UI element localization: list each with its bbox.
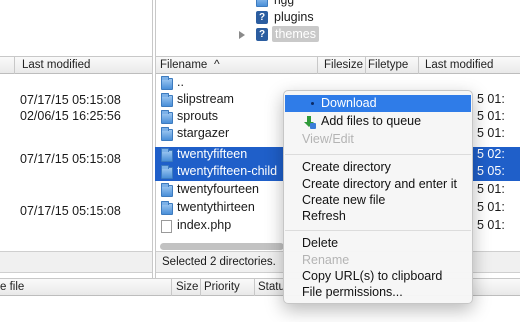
local-date: 07/17/15 05:15:08 (20, 152, 121, 166)
folder-icon (161, 110, 173, 124)
menu-item-rename: Rename (302, 253, 350, 267)
horizontal-scrollbar[interactable] (160, 243, 284, 250)
sort-ascending-icon: ^ (214, 57, 220, 71)
download-arrow-icon (302, 115, 316, 129)
menu-item-view-edit: View/Edit (302, 132, 354, 146)
file-name: twentyfifteen (177, 147, 248, 161)
file-row-parent[interactable]: .. (156, 75, 284, 91)
local-status-bar (0, 251, 152, 273)
column-last-modified[interactable]: Last modified (22, 59, 90, 71)
remote-list-header: Filename ^ Filesize Filetype Last modifi… (156, 56, 520, 74)
file-icon (161, 220, 172, 233)
local-date: 07/17/15 05:15:08 (20, 93, 121, 107)
local-list-header: Last modified (0, 56, 152, 74)
local-date: 02/06/15 16:25:56 (20, 109, 121, 123)
file-row-slipstream[interactable]: slipstream (156, 92, 284, 108)
file-row-twentyfifteen[interactable]: twentyfifteen (156, 147, 284, 163)
remote-tree: ngg ? plugins ? themes ? upgrade (156, 0, 520, 52)
file-date: 5 01: (477, 126, 505, 140)
menu-item-copy-url[interactable]: Copy URL(s) to clipboard (302, 269, 442, 283)
menu-item-delete[interactable]: Delete (302, 236, 338, 250)
file-name: twentythirteen (177, 200, 255, 214)
status-text: Selected 2 directories. (162, 256, 276, 268)
folder-icon (161, 148, 173, 162)
folder-icon (161, 76, 173, 90)
column-divider[interactable] (200, 279, 201, 296)
menu-item-create-directory-enter[interactable]: Create directory and enter it (302, 177, 457, 191)
column-filetype[interactable]: Filetype (368, 59, 408, 71)
file-name: slipstream (177, 92, 234, 106)
folder-icon (161, 165, 173, 179)
folder-icon (161, 127, 173, 141)
menu-item-download[interactable]: Download (284, 95, 472, 112)
file-row-index-php[interactable]: index.php (156, 218, 284, 234)
file-name: .. (177, 75, 184, 89)
file-name: twentyfourteen (177, 182, 259, 196)
file-date: 5 01: (477, 218, 505, 232)
file-date: 5 05: (477, 164, 505, 178)
tree-item-label: ngg (274, 0, 295, 7)
context-menu: Download Add files to queue View/Edit Cr… (283, 90, 473, 304)
file-name: twentyfifteen-child (177, 164, 278, 178)
queue-column-status[interactable]: Statu (258, 281, 285, 293)
column-divider[interactable] (365, 57, 366, 74)
cursor-dot-icon (311, 102, 314, 105)
file-date: 5 01: (477, 182, 505, 196)
tree-item-label: themes (272, 26, 319, 42)
file-date: 5 01: (477, 109, 505, 123)
menu-item-file-permissions[interactable]: File permissions... (302, 285, 403, 299)
file-date: 5 01: (477, 200, 505, 214)
column-divider[interactable] (418, 57, 419, 74)
unknown-folder-icon: ? (256, 28, 268, 41)
folder-icon (161, 93, 173, 107)
tree-item-label: plugins (274, 10, 314, 24)
menu-item-create-directory[interactable]: Create directory (302, 160, 391, 174)
column-divider[interactable] (171, 279, 172, 296)
queue-column-size[interactable]: Size (176, 281, 198, 293)
file-row-twentyfifteen-child[interactable]: twentyfifteen-child (156, 164, 284, 180)
local-date: 07/17/15 05:15:08 (20, 204, 121, 218)
file-row-twentythirteen[interactable]: twentythirteen (156, 200, 284, 216)
menu-item-refresh[interactable]: Refresh (302, 209, 346, 223)
folder-icon (161, 201, 173, 215)
menu-item-create-new-file[interactable]: Create new file (302, 193, 385, 207)
menu-divider (285, 230, 471, 231)
column-last-modified[interactable]: Last modified (425, 59, 493, 71)
queue-column-file[interactable]: e file (0, 281, 24, 293)
column-divider[interactable] (14, 57, 15, 74)
queue-column-priority[interactable]: Priority (204, 281, 240, 293)
file-date: 5 01: (477, 92, 505, 106)
column-divider[interactable] (317, 57, 318, 74)
file-name: sprouts (177, 109, 218, 123)
folder-icon (161, 183, 173, 197)
menu-item-add-to-queue[interactable]: Add files to queue (284, 113, 472, 130)
folder-icon (256, 0, 268, 7)
file-date: 5 02: (477, 147, 505, 161)
unknown-folder-icon: ? (256, 11, 268, 24)
pane-divider[interactable] (152, 0, 153, 280)
menu-divider (285, 154, 471, 155)
local-file-list: 07/17/15 05:15:08 02/06/15 16:25:56 07/1… (0, 74, 152, 280)
file-name: index.php (177, 218, 232, 232)
column-filename[interactable]: Filename (160, 59, 207, 71)
column-filesize[interactable]: Filesize (324, 59, 363, 71)
file-row-sprouts[interactable]: sprouts (156, 109, 284, 125)
file-row-twentyfourteen[interactable]: twentyfourteen (156, 182, 284, 198)
tree-expand-arrow-icon[interactable] (239, 31, 245, 39)
file-name: stargazer (177, 126, 230, 140)
column-divider[interactable] (254, 279, 255, 296)
file-row-stargazer[interactable]: stargazer (156, 126, 284, 142)
